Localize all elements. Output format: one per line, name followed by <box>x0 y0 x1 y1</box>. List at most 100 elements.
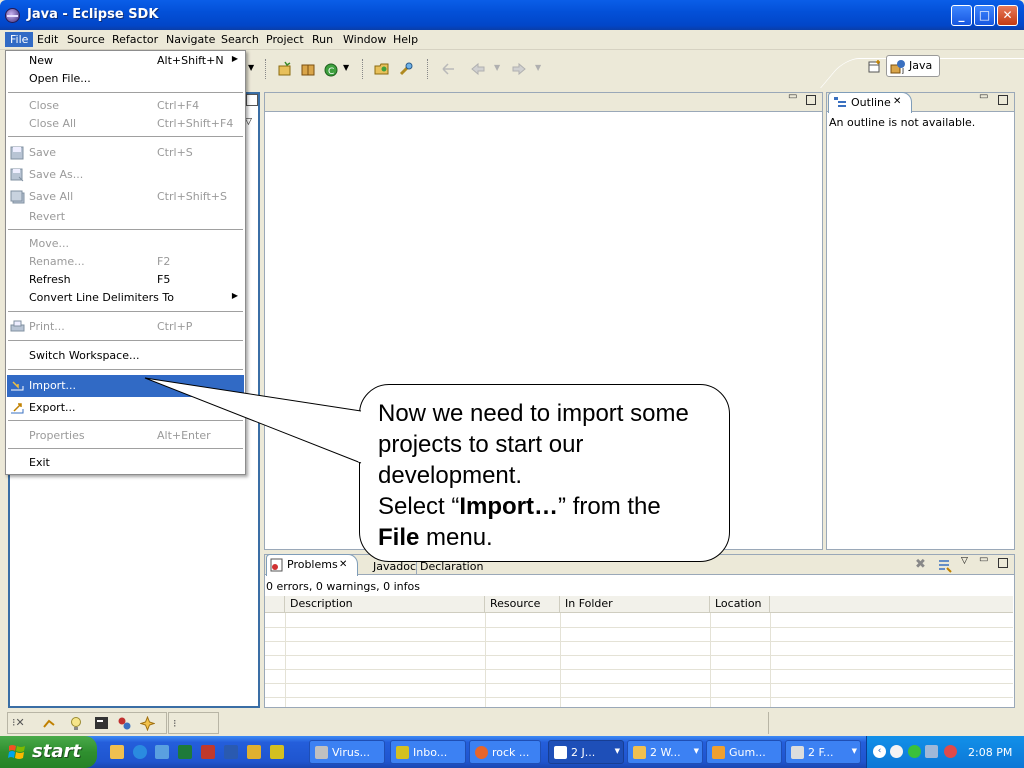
menu-navigate[interactable]: Navigate <box>161 32 220 47</box>
taskbar-item-rock[interactable]: rock ... <box>469 740 541 764</box>
column-header-description[interactable]: Description <box>285 596 485 613</box>
menu-item-close: Close Ctrl+F4 <box>29 99 200 112</box>
column-header-resource[interactable]: Resource <box>485 596 560 613</box>
tab-problems[interactable]: Problems ✕ <box>266 554 358 576</box>
menu-item-print: Print... Ctrl+P <box>7 317 244 337</box>
search-icon[interactable] <box>398 61 414 77</box>
problems-table-header: Description Resource In Folder Location <box>265 596 1013 613</box>
save-all-icon <box>10 190 25 204</box>
taskbar-item-inbox[interactable]: Inbo... <box>390 740 466 764</box>
menu-item-refresh[interactable]: Refresh F5 <box>7 270 244 290</box>
callout-text: Now we need to import some projects to s… <box>378 398 723 553</box>
dropdown-arrow-icon[interactable]: ▼ <box>343 63 349 72</box>
bookmarks-icon[interactable] <box>140 716 155 731</box>
menu-item-exit[interactable]: Exit <box>7 453 244 473</box>
drag-handle-icon[interactable]: ⁝ <box>173 717 177 730</box>
minimize-icon[interactable]: ▭ <box>979 91 988 102</box>
console-icon[interactable] <box>94 716 109 730</box>
dropdown-arrow-icon: ▼ <box>535 63 542 72</box>
tray-expand-icon[interactable]: ‹ <box>873 745 886 758</box>
menu-help[interactable]: Help <box>388 32 423 47</box>
minimize-button[interactable]: _ <box>951 5 972 26</box>
menu-file[interactable]: File <box>5 32 34 47</box>
submenu-arrow-icon: ▶ <box>231 54 238 63</box>
delete-icon[interactable]: ✖ <box>915 557 926 572</box>
taskbar-item-f-group[interactable]: 2 F... ▼ <box>785 740 861 764</box>
maximize-button[interactable]: □ <box>974 5 995 26</box>
taskbar-item-explorer-group[interactable]: 2 W... ▼ <box>627 740 703 764</box>
minimize-icon[interactable]: ▭ <box>788 91 797 102</box>
menu-item-switch-workspace[interactable]: Switch Workspace... <box>7 346 244 366</box>
tasks-icon[interactable] <box>117 716 132 731</box>
svg-text:J: J <box>901 67 904 74</box>
clock[interactable]: 2:08 PM <box>968 746 1012 759</box>
windows-taskbar: start Virus... Inbo... rock ... 2 J... ▼ … <box>0 736 1024 768</box>
hierarchy-icon[interactable] <box>42 717 56 730</box>
svg-text:C: C <box>328 67 334 77</box>
taskbar-item-gum[interactable]: Gum... <box>706 740 782 764</box>
view-menu-icon[interactable]: ▽ <box>245 117 252 127</box>
dropdown-arrow-icon: ▼ <box>494 63 501 72</box>
keys-icon[interactable] <box>247 745 261 759</box>
mail-icon <box>396 746 409 759</box>
menu-item-convert-line-delimiters[interactable]: Convert Line Delimiters To ▶ <box>7 288 244 308</box>
minimize-icon[interactable]: ▭ <box>979 554 988 565</box>
menu-window[interactable]: Window <box>338 32 391 47</box>
close-button[interactable]: ✕ <box>997 5 1018 26</box>
new-java-project-icon[interactable] <box>277 61 293 77</box>
taskbar-item-virus[interactable]: Virus... <box>309 740 385 764</box>
start-button[interactable]: start <box>0 736 97 768</box>
maximize-icon[interactable] <box>806 95 816 105</box>
callout-file-emphasis: File <box>378 524 420 551</box>
restore-icon[interactable]: ⁝✕ <box>12 716 25 729</box>
new-package-icon[interactable] <box>300 61 316 77</box>
title-bar: Java - Eclipse SDK _ □ ✕ <box>0 0 1024 30</box>
menu-refactor[interactable]: Refactor <box>107 32 163 47</box>
menu-edit[interactable]: Edit <box>32 32 63 47</box>
tab-outline[interactable]: Outline ✕ <box>828 92 912 113</box>
menu-item-open-file[interactable]: Open File... <box>7 69 244 89</box>
firefox-icon <box>475 746 488 759</box>
open-perspective-icon[interactable] <box>868 59 882 73</box>
menu-item-import[interactable]: Import... <box>7 375 244 397</box>
new-class-icon[interactable]: C <box>323 61 339 77</box>
menu-search[interactable]: Search <box>216 32 264 47</box>
maximize-icon[interactable] <box>998 95 1008 105</box>
folder-icon[interactable] <box>110 745 124 759</box>
open-type-icon[interactable] <box>374 61 390 77</box>
powerpoint-icon[interactable] <box>201 745 215 759</box>
file-menu-dropdown: New Alt+Shift+N ▶ Open File... Close Ctrl+… <box>5 50 246 475</box>
maximize-icon[interactable] <box>998 558 1008 568</box>
document-icon <box>712 746 725 759</box>
column-header-location[interactable]: Location <box>710 596 770 613</box>
close-icon[interactable]: ✕ <box>339 559 347 570</box>
menu-source[interactable]: Source <box>62 32 110 47</box>
menu-run[interactable]: Run <box>307 32 338 47</box>
show-desktop-icon[interactable] <box>155 745 169 759</box>
internet-explorer-icon[interactable] <box>133 745 147 759</box>
menu-item-new[interactable]: New Alt+Shift+N ▶ <box>7 51 244 71</box>
view-menu-icon[interactable]: ▽ <box>961 556 968 566</box>
problems-icon <box>270 558 283 572</box>
lightbulb-icon[interactable] <box>70 716 82 731</box>
column-header-in-folder[interactable]: In Folder <box>560 596 710 613</box>
word-icon[interactable] <box>224 745 238 759</box>
tray-app-icon[interactable] <box>890 745 903 758</box>
close-icon[interactable]: ✕ <box>893 96 901 107</box>
menu-project[interactable]: Project <box>261 32 309 47</box>
menu-item-export[interactable]: Export... <box>7 398 244 418</box>
tray-antivirus-icon[interactable] <box>944 745 957 758</box>
fast-view-bar: ⁝✕ <box>7 712 167 734</box>
column-header-icon[interactable] <box>265 596 285 613</box>
maximize-icon[interactable] <box>246 94 258 106</box>
excel-icon[interactable] <box>178 745 192 759</box>
app-icon[interactable] <box>270 745 284 759</box>
dropdown-arrow-icon[interactable]: ▼ <box>248 63 254 72</box>
filter-icon[interactable] <box>937 558 953 573</box>
tray-security-icon[interactable] <box>908 745 921 758</box>
java-perspective-button[interactable]: J Java <box>886 55 940 77</box>
taskbar-item-eclipse-group[interactable]: 2 J... ▼ <box>548 740 624 764</box>
menu-separator <box>8 420 243 421</box>
menu-item-revert: Revert <box>29 210 66 223</box>
tray-network-icon[interactable] <box>925 745 938 758</box>
